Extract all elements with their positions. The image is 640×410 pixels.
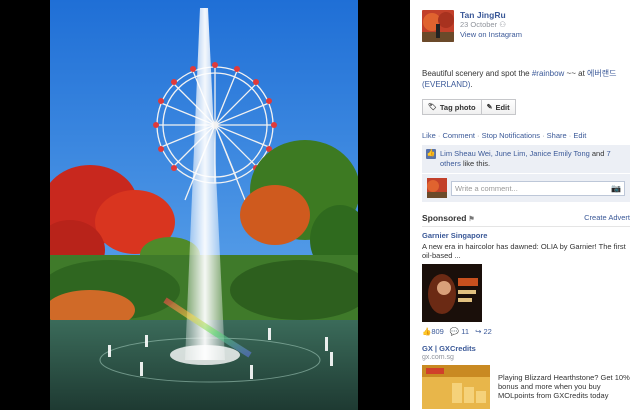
likes-and: and (589, 149, 607, 158)
likes-text: Lim Sheau Wei, June Lim, Janice Emily To… (440, 149, 625, 169)
like-link[interactable]: Like (422, 131, 436, 140)
ad-text: Playing Blizzard Hearthstone? Get 10% bo… (498, 373, 630, 400)
tag-photo-label: Tag photo (439, 102, 476, 112)
stop-notifications-link[interactable]: Stop Notifications (482, 131, 540, 140)
liker-names-link[interactable]: Lim Sheau Wei, June Lim, Janice Emily To… (440, 149, 590, 158)
hashtag-link[interactable]: #rainbow (532, 69, 564, 78)
thumbs-up-icon: 👍 (426, 149, 436, 159)
fountain-ferris-wheel-image (50, 0, 358, 410)
caption-text-end: . (470, 80, 473, 89)
camera-icon[interactable]: 📷 (611, 184, 621, 193)
likes-summary: 👍 Lim Sheau Wei, June Lim, Janice Emily … (422, 145, 630, 173)
comment-placeholder: Write a comment... (455, 183, 518, 193)
ad-shares[interactable]: ↪ 22 (475, 327, 492, 336)
caption-text-mid: ~~ at (564, 69, 588, 78)
tag-photo-button[interactable]: 🏷 Tag photo (422, 99, 482, 115)
audience-icon[interactable]: ⚇ (499, 20, 506, 29)
share-link[interactable]: Share (547, 131, 567, 140)
comment-input[interactable]: Write a comment... 📷 (451, 180, 625, 196)
caption-text: Beautiful scenery and spot the (422, 69, 532, 78)
tag-icon: 🏷 (428, 104, 437, 111)
edit-label: Edit (495, 102, 510, 112)
ad-text: A new era in haircolor has dawned: OLIA … (422, 242, 626, 260)
share-icon: ↪ (475, 327, 482, 336)
comment-row: Write a comment... 📷 (422, 174, 630, 202)
post-caption: Beautiful scenery and spot the #rainbow … (422, 68, 630, 90)
ad-subtitle: gx.com.sg (422, 354, 454, 361)
comment-link[interactable]: Comment (442, 131, 475, 140)
edit-button[interactable]: ✎ Edit (481, 99, 516, 115)
ad-comments[interactable]: 💬 11 (450, 327, 469, 336)
comment-icon: 💬 (449, 327, 460, 336)
via-line: View on Instagram (460, 30, 522, 40)
post-date[interactable]: 23 October (460, 20, 497, 29)
avatar[interactable] (422, 10, 454, 42)
ad-title[interactable]: GX | GXCredits (422, 344, 630, 353)
likes-suffix: like this. (460, 159, 491, 168)
sponsored-title: Sponsored ⚑ (422, 213, 475, 223)
thumbs-up-icon: 👍 (422, 327, 432, 336)
ad-likes[interactable]: 👍809 (422, 327, 444, 336)
ad-gxcredits[interactable]: GX | GXCredits gx.com.sg Playing Blizzar… (422, 344, 630, 409)
edit-link[interactable]: Edit (573, 131, 586, 140)
commenter-avatar (427, 178, 447, 198)
ad-garnier[interactable]: Garnier Singapore A new era in haircolor… (422, 231, 630, 336)
view-on-instagram-link[interactable]: View on Instagram (460, 30, 522, 39)
post-actions: Like · Comment · Stop Notifications · Sh… (422, 131, 587, 140)
sponsored-header: Sponsored ⚑ Create Advert (422, 213, 630, 227)
post-date-line: 23 October ⚇ (460, 20, 522, 30)
ad-image[interactable] (422, 264, 482, 322)
create-advert-link[interactable]: Create Advert (584, 213, 630, 223)
ad-stats: 👍809 💬 11 ↪ 22 (422, 327, 630, 336)
photo-stage (0, 0, 410, 410)
post-author-block: Tan JingRu 23 October ⚇ View on Instagra… (422, 10, 630, 50)
post-details-panel: Tan JingRu 23 October ⚇ View on Instagra… (410, 0, 640, 410)
ad-image[interactable] (422, 365, 490, 409)
flag-icon[interactable]: ⚑ (468, 216, 474, 223)
post-photo[interactable] (50, 0, 358, 410)
pencil-icon: ✎ (486, 104, 493, 111)
post-buttons: 🏷 Tag photo ✎ Edit (422, 99, 630, 115)
ad-title[interactable]: Garnier Singapore (422, 231, 630, 240)
author-name[interactable]: Tan JingRu (460, 10, 522, 20)
